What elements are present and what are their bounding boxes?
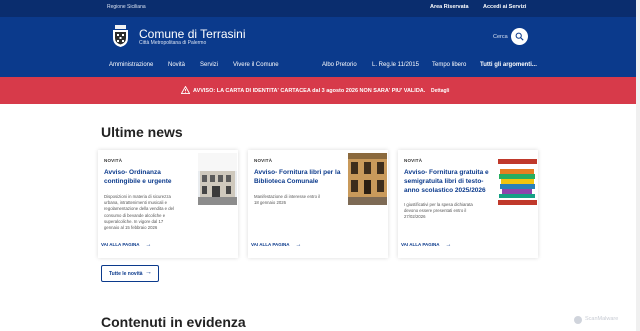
arrow-right-icon: →	[145, 242, 152, 248]
nav-item-legge[interactable]: L. Reg.le 11/2015	[372, 62, 419, 68]
nav-item-tempo-libero[interactable]: Tempo libero	[432, 62, 466, 68]
card-link[interactable]: VAI ALLA PAGINA →	[401, 242, 452, 248]
card-title-line: Biblioteca Comunale	[254, 177, 319, 185]
nav-item-amministrazione[interactable]: Amministrazione	[109, 62, 153, 68]
site-subtitle: Città Metropolitana di Palermo	[139, 40, 207, 46]
news-card[interactable]: NOVITÀ Avviso- Fornitura libri per la Bi…	[248, 150, 388, 258]
news-card[interactable]: NOVITÀ Avviso- Fornitura gratuita e semi…	[398, 150, 538, 258]
main-navbar: Amministrazione Novità Servizi Vivere il…	[0, 59, 640, 77]
search-icon	[515, 32, 524, 41]
arrow-right-icon: →	[445, 242, 452, 248]
card-title[interactable]: Avviso- Fornitura libri per la Bibliotec…	[254, 169, 340, 187]
card-title-line: semigratuita libri di testo-	[404, 177, 484, 185]
card-link[interactable]: VAI ALLA PAGINA →	[101, 242, 152, 248]
card-body-line: consumo di bevande alcoliche e	[104, 212, 166, 218]
nav-item-albo[interactable]: Albo Pretorio	[322, 62, 357, 68]
card-title-line: Avviso- Fornitura libri per la	[254, 169, 341, 176]
alert-banner: AVVISO: LA CARTA DI IDENTITA' CARTACEA d…	[0, 77, 640, 104]
card-body: Disposizioni in materia di sicurezza urb…	[104, 194, 174, 231]
card-body-line: gennaio al 15 febbraio 2026	[104, 225, 158, 231]
municipal-crest-icon[interactable]	[112, 25, 129, 47]
watermark-logo-icon	[574, 316, 582, 324]
slim-header: Regione Siciliana Area Riservata Accedi …	[0, 0, 640, 17]
card-category: NOVITÀ	[404, 158, 423, 163]
card-image	[348, 153, 387, 205]
nav-item-vivere[interactable]: Vivere il Comune	[233, 62, 279, 68]
warning-icon	[181, 86, 190, 94]
card-title[interactable]: Avviso- Fornitura gratuita e semigratuit…	[404, 169, 489, 195]
search-label: Cerca	[493, 34, 508, 40]
card-body: Manifestazione di interesse entro il 18 …	[254, 194, 320, 206]
access-services-link[interactable]: Accedi ai Servizi	[483, 4, 526, 10]
scrollbar[interactable]	[636, 0, 640, 331]
card-link-label: VAI ALLA PAGINA	[251, 242, 290, 247]
all-news-button[interactable]: Tutte le novità →	[101, 265, 159, 282]
card-link-label: VAI ALLA PAGINA	[401, 242, 440, 247]
site-title[interactable]: Comune di Terrasini	[139, 27, 246, 41]
card-category: NOVITÀ	[254, 158, 273, 163]
nav-item-servizi[interactable]: Servizi	[200, 62, 218, 68]
reserved-area-link[interactable]: Area Riservata	[430, 4, 469, 10]
watermark-text: ScanMalware	[585, 316, 619, 322]
card-link-label: VAI ALLA PAGINA	[101, 242, 140, 247]
card-link[interactable]: VAI ALLA PAGINA →	[251, 242, 302, 248]
arrow-right-icon: →	[295, 242, 302, 248]
alert-text: AVVISO: LA CARTA DI IDENTITA' CARTACEA d…	[193, 88, 426, 94]
card-title[interactable]: Avviso- Ordinanza contingibile e urgente	[104, 169, 172, 187]
card-body-line: 18 gennaio 2026	[254, 200, 287, 206]
card-image	[198, 153, 237, 205]
featured-section-title: Contenuti in evidenza	[101, 314, 246, 330]
card-image	[498, 153, 537, 205]
card-body: I giustificativi per la spesa dichiarata…	[404, 202, 473, 221]
nav-item-novita[interactable]: Novità	[168, 62, 185, 68]
news-card[interactable]: NOVITÀ Avviso- Ordinanza contingibile e …	[98, 150, 238, 258]
arrow-right-icon: →	[145, 269, 152, 276]
news-section-title: Ultime news	[101, 124, 183, 140]
alert-details-link[interactable]: Dettagli	[431, 88, 449, 94]
center-header: Comune di Terrasini Città Metropolitana …	[0, 17, 640, 59]
card-title-line: anno scolastico 2025/2026	[404, 186, 486, 194]
card-body-line: regolamentazione della vendita e del	[104, 206, 174, 212]
card-title-line: Avviso- Fornitura gratuita e	[404, 169, 489, 176]
card-title-line: Avviso- Ordinanza	[104, 169, 161, 176]
watermark: ScanMalware	[574, 315, 638, 327]
all-news-label: Tutte le novità	[109, 271, 143, 277]
search-button[interactable]	[511, 28, 528, 45]
nav-item-all-topics[interactable]: Tutti gli argomenti...	[480, 62, 537, 68]
card-body-line: 27/02/2026	[404, 214, 426, 220]
card-title-line: contingibile e urgente	[104, 177, 172, 185]
region-link[interactable]: Regione Siciliana	[107, 4, 146, 10]
card-category: NOVITÀ	[104, 158, 123, 163]
